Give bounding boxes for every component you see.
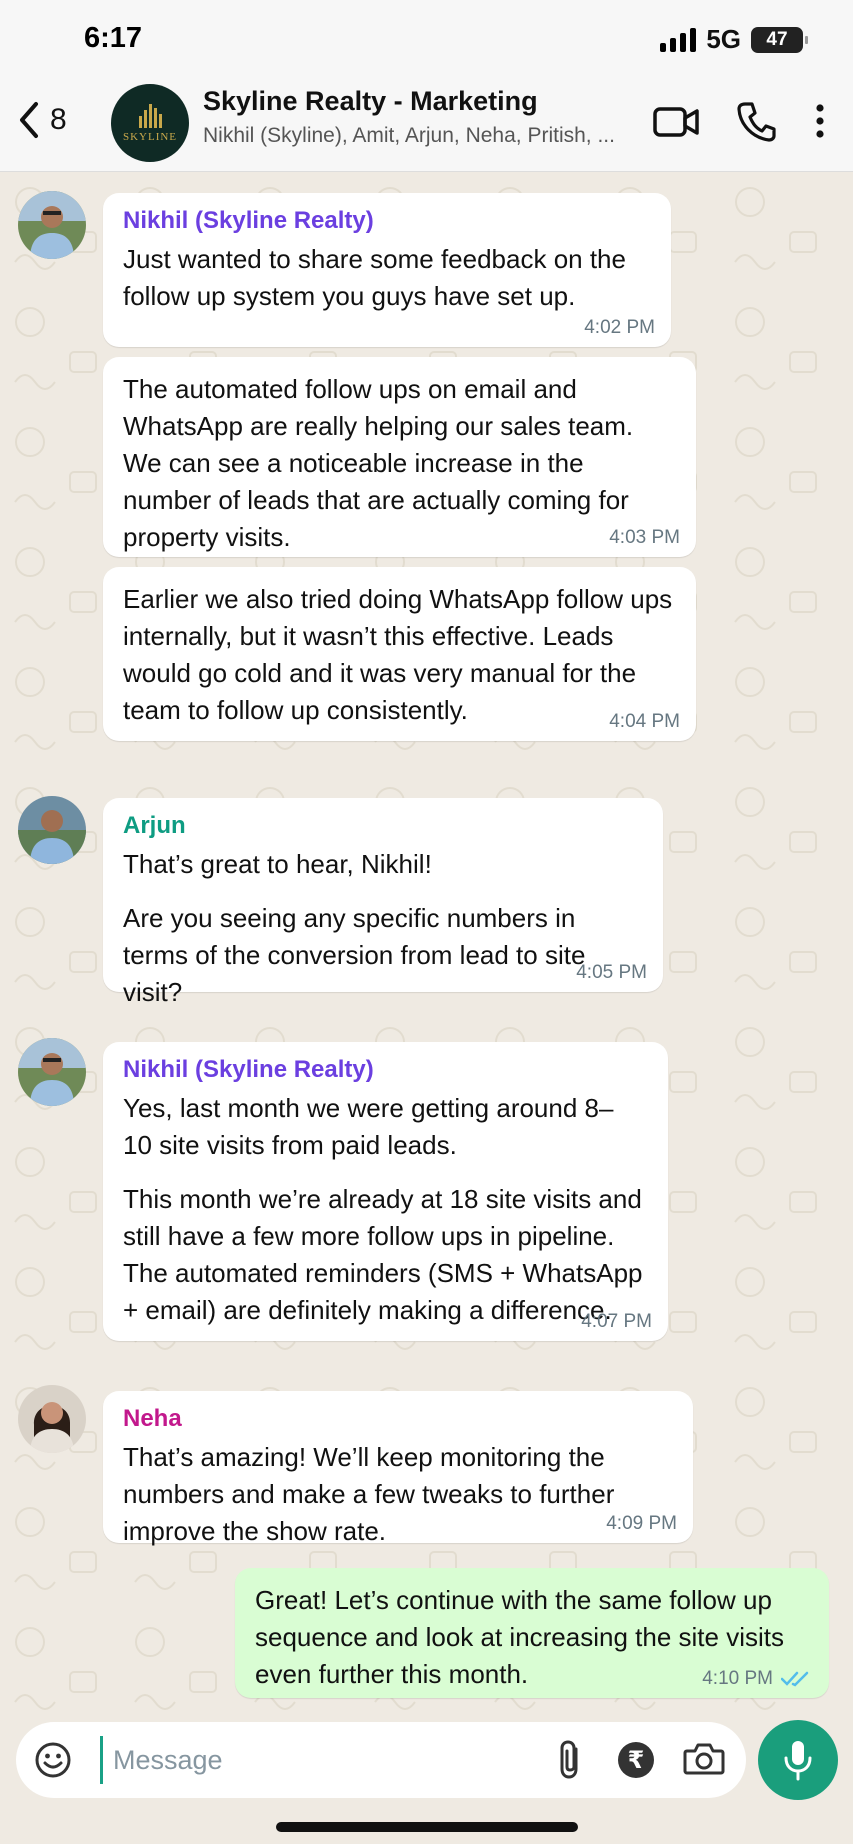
message-bubble[interactable]: The automated follow ups on email and Wh… (103, 357, 696, 557)
message-text: Are you seeing any specific numbers in t… (123, 903, 586, 1007)
more-vertical-icon[interactable] (808, 100, 832, 144)
message-time-label: 4:10 PM (702, 1668, 773, 1689)
logo-text: SKYLINE (122, 130, 178, 143)
network-label: 5G (706, 24, 741, 54)
message-bubble-outgoing[interactable]: Great! Let’s continue with the same foll… (235, 1568, 829, 1698)
battery-icon: 47 (751, 26, 808, 53)
avatar-nikhil[interactable] (18, 191, 86, 259)
message-sender: Arjun (123, 812, 186, 839)
message-bubble[interactable]: Arjun That’s great to hear, Nikhil! Are … (103, 798, 663, 1007)
message-bubble[interactable]: Neha That’s amazing! We’ll keep monitori… (103, 1391, 693, 1546)
avatar-neha[interactable] (18, 1385, 86, 1453)
unread-count: 8 (50, 103, 67, 136)
message-sender: Nikhil (Skyline Realty) (123, 1056, 374, 1083)
message-time: 4:05 PM (576, 962, 647, 983)
paperclip-icon[interactable] (556, 1739, 586, 1781)
message-bubble[interactable]: Earlier we also tried doing WhatsApp fol… (103, 567, 696, 741)
chat-title[interactable]: Skyline Realty - Marketing (203, 86, 538, 117)
avatar-nikhil[interactable] (18, 1038, 86, 1106)
message-text: That’s great to hear, Nikhil! (123, 849, 432, 879)
message-sender: Nikhil (Skyline Realty) (123, 207, 374, 234)
chat-members[interactable]: Nikhil (Skyline), Amit, Arjun, Neha, Pri… (203, 124, 623, 148)
status-bar: 6:17 5G 47 (0, 0, 853, 80)
microphone-icon (784, 1741, 812, 1781)
message-text: Earlier we also tried doing WhatsApp fol… (123, 584, 673, 725)
message-bubble[interactable]: Nikhil (Skyline Realty) Just wanted to s… (103, 193, 671, 347)
message-time: 4:03 PM (609, 527, 680, 548)
message-time: 4:07 PM (581, 1311, 652, 1332)
message-composer: ₹ (16, 1722, 746, 1798)
chat-header: 8 SKYLINE Skyline Realty - Marketing Nik… (0, 80, 853, 172)
message-text: Yes, last month we were getting around 8… (123, 1093, 614, 1160)
message-bubble[interactable]: Nikhil (Skyline Realty) Yes, last month … (103, 1042, 668, 1341)
back-button[interactable]: 8 (14, 98, 67, 142)
emoji-icon[interactable] (34, 1741, 72, 1779)
avatar-arjun[interactable] (18, 796, 86, 864)
message-time: 4:04 PM (609, 711, 680, 732)
status-indicators: 5G 47 (660, 24, 808, 55)
message-text: That’s amazing! We’ll keep monitoring th… (123, 1442, 615, 1546)
chat-area[interactable]: Nikhil (Skyline Realty) Just wanted to s… (0, 172, 853, 1720)
message-text: The automated follow ups on email and Wh… (123, 374, 634, 552)
chevron-left-icon (20, 102, 38, 138)
status-time: 6:17 (84, 22, 143, 54)
rupee-icon[interactable]: ₹ (618, 1742, 654, 1778)
video-call-icon[interactable] (652, 104, 700, 140)
message-time: 4:02 PM (584, 317, 655, 338)
group-avatar[interactable]: SKYLINE (111, 84, 189, 162)
signal-icon (660, 27, 697, 52)
camera-icon[interactable] (683, 1741, 725, 1777)
voice-message-button[interactable] (758, 1720, 838, 1800)
message-sender: Neha (123, 1405, 182, 1432)
message-input[interactable] (100, 1736, 540, 1784)
message-text: This month we’re already at 18 site visi… (123, 1184, 643, 1325)
double-check-icon (781, 1671, 809, 1687)
skyline-logo-icon (138, 103, 162, 128)
message-time: 4:10 PM (702, 1668, 813, 1690)
phone-icon[interactable] (736, 100, 776, 142)
message-text: Just wanted to share some feedback on th… (123, 244, 626, 311)
message-time: 4:09 PM (606, 1513, 677, 1534)
home-indicator[interactable] (276, 1822, 578, 1832)
